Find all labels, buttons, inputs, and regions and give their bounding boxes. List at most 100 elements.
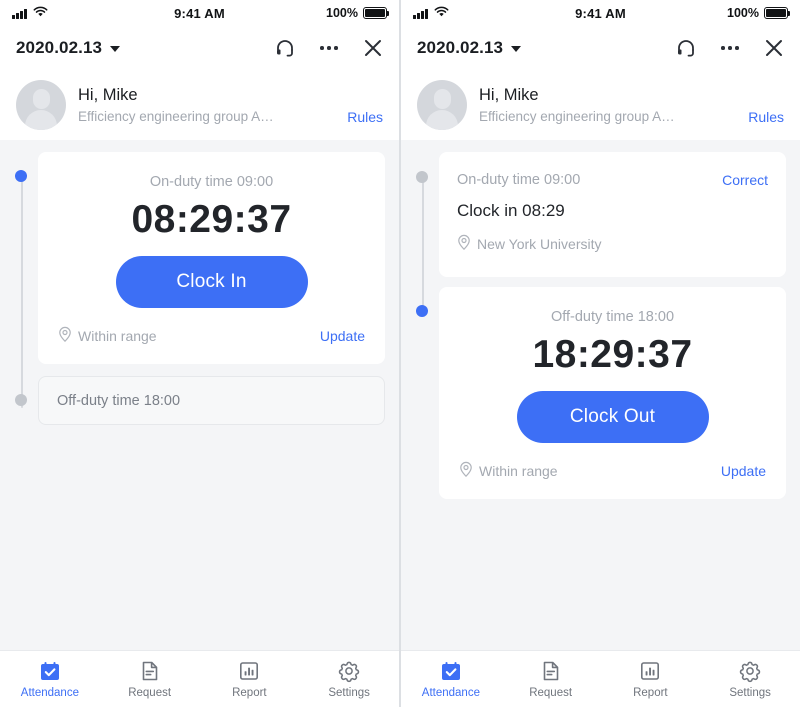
date-selector[interactable]: 2020.02.13	[16, 38, 121, 58]
rules-link[interactable]: Rules	[347, 109, 383, 125]
date-selector[interactable]: 2020.02.13	[417, 38, 522, 58]
cellular-signal-icon	[12, 8, 27, 19]
headset-icon[interactable]	[273, 36, 297, 60]
timeline-dot-inactive	[15, 394, 27, 406]
tab-settings[interactable]: Settings	[700, 651, 800, 707]
status-bar-right: 100%	[277, 6, 390, 20]
timeline-connector	[21, 176, 23, 408]
within-range-label: Within range	[78, 327, 157, 344]
clock-in-location-label: New York University	[477, 235, 602, 252]
status-bar: 9:41 AM 100%	[0, 0, 399, 26]
within-range-status: Within range	[58, 326, 157, 345]
tab-attendance-label: Attendance	[421, 687, 480, 699]
location-pin-icon	[58, 326, 72, 345]
nav-actions	[674, 36, 786, 60]
location-pin-icon	[459, 461, 473, 480]
tab-report-label: Report	[232, 687, 267, 699]
off-duty-time-label: Off-duty time 18:00	[550, 309, 675, 325]
battery-full-icon	[363, 7, 390, 19]
update-location-link[interactable]: Update	[320, 328, 365, 344]
on-duty-time-label: On-duty time 09:00	[149, 174, 274, 190]
chevron-down-icon	[110, 46, 121, 52]
nav-bar: 2020.02.13	[0, 26, 399, 70]
clock-in-record-card: On-duty time 09:00 Correct Clock in 08:2…	[439, 152, 786, 277]
bar-chart-icon	[638, 659, 662, 683]
tab-report-label: Report	[633, 687, 668, 699]
profile-text: Hi, Mike Efficiency engineering group A……	[479, 84, 784, 126]
cellular-signal-icon	[413, 8, 428, 19]
profile-sub-row: Efficiency engineering group A… Rules	[78, 108, 383, 126]
ellipsis-icon[interactable]	[718, 36, 742, 60]
date-label: 2020.02.13	[417, 38, 504, 57]
status-bar-left	[12, 4, 122, 22]
calendar-check-icon	[439, 659, 463, 683]
location-pin-icon	[457, 234, 471, 253]
tab-request-label: Request	[128, 687, 172, 699]
clock-out-button[interactable]: Clock Out	[516, 391, 709, 443]
user-avatar-placeholder	[16, 80, 66, 130]
user-avatar-placeholder	[417, 80, 467, 130]
update-location-link[interactable]: Update	[721, 463, 766, 479]
clock-in-card: On-duty time 09:00 08:29:37 Clock In Wit…	[38, 152, 385, 364]
off-duty-pending-card[interactable]: Off-duty time 18:00	[38, 376, 385, 425]
close-icon[interactable]	[762, 36, 786, 60]
clock-in-record-value: Clock in 08:29	[457, 201, 565, 220]
headset-icon[interactable]	[674, 36, 698, 60]
timeline-dot-inactive	[416, 171, 428, 183]
battery-percent-label: 100%	[727, 6, 759, 20]
on-duty-time-label: On-duty time 09:00	[457, 172, 581, 188]
date-label: 2020.02.13	[16, 38, 103, 57]
attendance-content-left: On-duty time 09:00 08:29:37 Clock In Wit…	[0, 140, 399, 650]
attendance-content-right: On-duty time 09:00 Correct Clock in 08:2…	[401, 140, 800, 650]
department-label: Efficiency engineering group A…	[479, 109, 675, 124]
gear-icon	[738, 659, 762, 683]
within-range-status: Within range	[459, 461, 558, 480]
tab-attendance[interactable]: Attendance	[401, 651, 501, 707]
status-bar: 9:41 AM 100%	[401, 0, 800, 26]
tab-request[interactable]: Request	[100, 651, 200, 707]
tab-settings-label: Settings	[328, 687, 370, 699]
off-duty-time-label: Off-duty time 18:00	[57, 392, 181, 409]
tab-attendance[interactable]: Attendance	[0, 651, 100, 707]
tab-report[interactable]: Report	[200, 651, 300, 707]
document-icon	[539, 659, 563, 683]
dual-screenshot-stage: 9:41 AM 100% 2020.02.13 Hi, Mike Efficie…	[0, 0, 800, 707]
bar-chart-icon	[237, 659, 261, 683]
clock-in-location: New York University	[457, 234, 768, 253]
greeting-label: Hi, Mike	[479, 86, 539, 104]
tab-request[interactable]: Request	[501, 651, 601, 707]
tab-report[interactable]: Report	[601, 651, 701, 707]
department-label: Efficiency engineering group A…	[78, 109, 274, 124]
tab-attendance-label: Attendance	[20, 687, 79, 699]
close-icon[interactable]	[361, 36, 385, 60]
ellipsis-icon[interactable]	[317, 36, 341, 60]
battery-full-icon	[764, 7, 791, 19]
wifi-icon	[434, 4, 449, 22]
greeting-label: Hi, Mike	[78, 86, 138, 104]
gear-icon	[337, 659, 361, 683]
bottom-tab-bar-right: Attendance Request Report Settings	[401, 650, 800, 707]
within-range-label: Within range	[479, 462, 558, 479]
clock-in-button[interactable]: Clock In	[115, 256, 308, 308]
nav-actions	[273, 36, 385, 60]
battery-percent-label: 100%	[326, 6, 358, 20]
nav-bar: 2020.02.13	[401, 26, 800, 70]
tab-request-label: Request	[529, 687, 573, 699]
phone-screen-left: 9:41 AM 100% 2020.02.13 Hi, Mike Efficie…	[0, 0, 399, 707]
correct-link[interactable]: Correct	[722, 172, 768, 188]
status-bar-right: 100%	[678, 6, 791, 20]
current-time-display: 08:29:37	[131, 198, 292, 241]
wifi-icon	[33, 4, 48, 22]
clock-out-card-footer: Within range Update	[457, 461, 768, 480]
tab-settings[interactable]: Settings	[299, 651, 399, 707]
chevron-down-icon	[511, 46, 522, 52]
status-bar-time: 9:41 AM	[575, 5, 626, 21]
timeline-dot-active	[15, 170, 27, 182]
phone-screen-right: 9:41 AM 100% 2020.02.13 Hi, Mike Efficie…	[401, 0, 800, 707]
timeline-dot-active	[416, 305, 428, 317]
rules-link[interactable]: Rules	[748, 109, 784, 125]
current-time-display: 18:29:37	[532, 333, 693, 376]
bottom-tab-bar-left: Attendance Request Report Settings	[0, 650, 399, 707]
timeline-connector	[422, 177, 424, 311]
tab-settings-label: Settings	[729, 687, 771, 699]
